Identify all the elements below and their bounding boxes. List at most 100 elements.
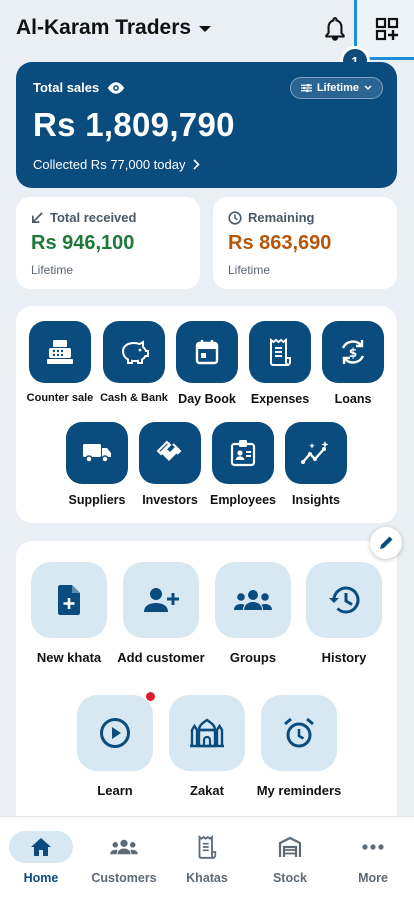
tool-counter-sale[interactable]: Counter sale [23, 321, 97, 404]
tool-label: Expenses [250, 392, 310, 406]
sales-label: Total sales [33, 80, 100, 95]
action-new-khata[interactable]: New khata [21, 562, 117, 665]
nav-stock[interactable]: Stock [249, 831, 331, 885]
action-history[interactable]: History [296, 562, 392, 665]
remaining-period: Lifetime [228, 263, 271, 277]
received-title-row: Total received [31, 210, 136, 225]
edit-actions-button[interactable] [370, 527, 402, 559]
tool-expenses[interactable]: Expenses [243, 321, 317, 406]
filter-icon [300, 83, 312, 93]
nav-label: Khatas [186, 871, 228, 885]
svg-text:$: $ [349, 346, 357, 360]
remaining-title-row: Remaining [228, 210, 314, 225]
collected-text: Collected Rs 77,000 today [33, 157, 186, 172]
bottom-navigation: Home Customers Khatas Stock More [0, 816, 414, 900]
home-icon [31, 838, 51, 856]
collected-today-link[interactable]: Collected Rs 77,000 today [33, 157, 201, 172]
action-my-reminders[interactable]: My reminders [251, 695, 347, 798]
piggy-bank-icon [121, 340, 149, 364]
total-sales-card[interactable]: Total sales Lifetime Rs 1,809,790 Collec… [16, 62, 397, 188]
play-icon [100, 718, 130, 748]
action-label: Zakat [190, 783, 224, 798]
sales-amount: Rs 1,809,790 [33, 106, 235, 143]
remaining-title: Remaining [248, 210, 315, 225]
bell-icon[interactable] [322, 16, 348, 44]
business-switcher[interactable]: Al-Karam Traders [16, 16, 212, 40]
action-groups[interactable]: Groups [205, 562, 301, 665]
tool-loans[interactable]: $ Loans [316, 321, 390, 406]
tool-label: Suppliers [68, 493, 126, 507]
action-label: Learn [97, 783, 133, 798]
received-value: Rs 946,100 [31, 232, 135, 254]
tool-investors[interactable]: Investors [133, 422, 207, 507]
new-file-icon [58, 585, 80, 615]
tool-label: Counter sale [26, 392, 94, 404]
customers-icon [110, 839, 138, 855]
action-zakat[interactable]: Zakat [159, 695, 255, 798]
tool-label: Day Book [178, 392, 236, 406]
id-badge-icon [230, 440, 256, 467]
tool-label: Insights [292, 493, 340, 507]
more-icon [362, 844, 384, 850]
nav-customers[interactable]: Customers [83, 831, 165, 885]
sales-label-row: Total sales [33, 80, 125, 95]
tool-label: Investors [142, 493, 198, 507]
tool-label: Cash & Bank [100, 392, 168, 404]
total-received-card[interactable]: Total received Rs 946,100 Lifetime [16, 197, 200, 289]
cash-register-icon [47, 340, 73, 364]
clock-icon [228, 210, 242, 225]
calendar-icon [195, 340, 219, 365]
alarm-icon [284, 717, 314, 748]
nav-label: Home [23, 871, 59, 885]
pencil-icon [380, 536, 393, 549]
caret-down-icon [199, 26, 212, 32]
action-label: My reminders [256, 783, 342, 798]
ledger-icon [198, 835, 217, 859]
nav-khatas[interactable]: Khatas [166, 831, 248, 885]
add-person-icon [144, 588, 179, 612]
truck-icon [83, 444, 111, 463]
app-header: Al-Karam Traders 1 [0, 0, 414, 76]
action-label: History [321, 650, 367, 665]
groups-icon [234, 590, 272, 610]
history-icon [329, 586, 360, 614]
nav-more[interactable]: More [332, 831, 414, 885]
tool-employees[interactable]: Employees [206, 422, 280, 507]
nav-home[interactable]: Home [0, 831, 82, 885]
chevron-down-icon [364, 85, 372, 91]
eye-icon[interactable] [107, 81, 125, 95]
chevron-right-icon [193, 159, 201, 170]
received-period: Lifetime [31, 263, 74, 277]
nav-label: More [358, 871, 388, 885]
tool-suppliers[interactable]: Suppliers [60, 422, 134, 507]
action-add-customer[interactable]: Add customer [113, 562, 209, 665]
tool-label: Loans [334, 392, 372, 406]
period-filter-chip[interactable]: Lifetime [289, 77, 383, 99]
business-name: Al-Karam Traders [16, 16, 192, 39]
remaining-value: Rs 863,690 [228, 232, 332, 254]
learn-notification-dot [146, 692, 155, 701]
qr-code-icon [375, 17, 399, 41]
mosque-icon [190, 718, 224, 748]
received-title: Total received [50, 210, 137, 225]
action-learn[interactable]: Learn [67, 695, 163, 798]
period-label: Lifetime [316, 82, 359, 94]
warehouse-icon [278, 836, 302, 857]
tool-insights[interactable]: Insights [279, 422, 353, 507]
insights-icon [301, 441, 329, 464]
action-label: Groups [229, 650, 277, 665]
receipt-icon [270, 338, 291, 366]
handshake-icon [156, 440, 182, 461]
loan-icon: $ [341, 340, 365, 364]
remaining-card[interactable]: Remaining Rs 863,690 Lifetime [213, 197, 397, 289]
action-label: New khata [36, 650, 102, 665]
tool-label: Employees [209, 493, 276, 507]
action-label: Add customer [117, 650, 205, 665]
arrow-down-left-icon [32, 212, 43, 223]
nav-label: Customers [91, 871, 157, 885]
tools-panel: Counter sale Cash & Bank Day Book Expens… [16, 306, 397, 523]
tool-day-book[interactable]: Day Book [170, 321, 244, 406]
tool-cash-bank[interactable]: Cash & Bank [97, 321, 171, 404]
nav-label: Stock [272, 871, 308, 885]
quick-actions-panel: New khata Add customer Groups History Le… [16, 541, 397, 831]
